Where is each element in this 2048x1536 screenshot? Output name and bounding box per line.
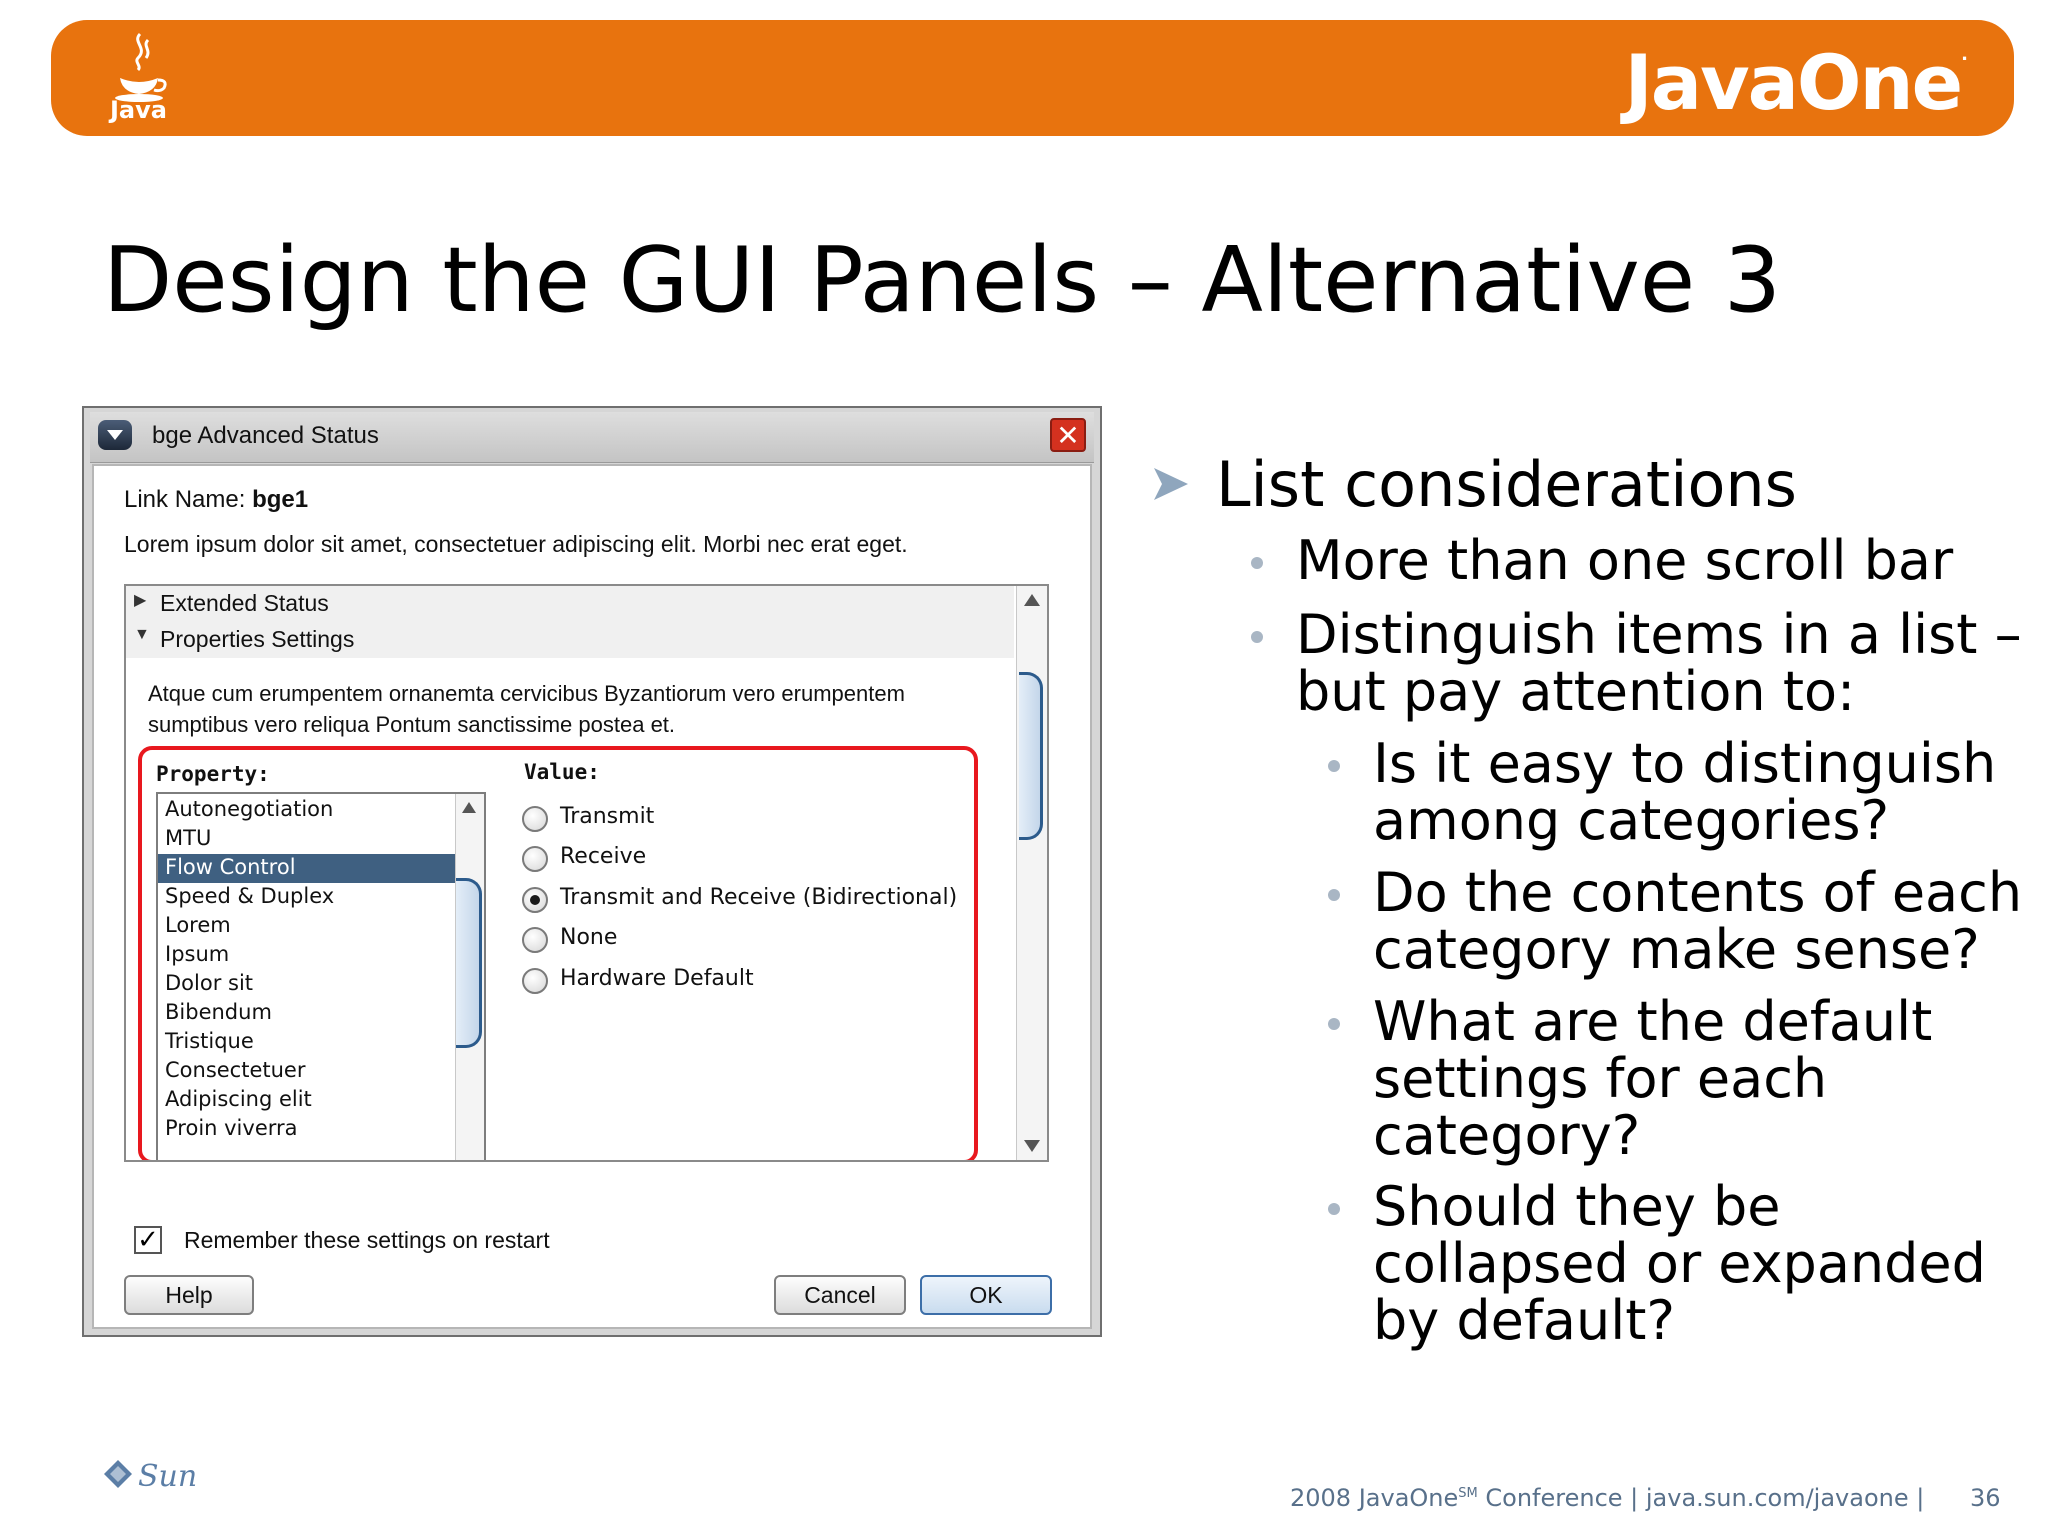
section-extended-status[interactable]: ▶ Extended Status [126,586,1014,622]
radio-button-selected[interactable] [522,887,548,913]
bullet-line: category? [1373,1104,1641,1167]
dialog-description: Lorem ipsum dolor sit amet, consectetuer… [124,531,908,557]
list-item-selected[interactable]: Flow Control [158,854,458,883]
sun-microsystems-logo: Sun [104,1459,197,1494]
bullet-level3: Is it easy to distinguish among categori… [1373,735,1996,849]
bullet-level2: More than one scroll bar [1296,532,1953,589]
bullet-level2: Distinguish items in a list – but pay at… [1296,606,2022,720]
bullet-level1: List considerations [1216,448,1797,521]
list-item[interactable]: MTU [158,825,458,854]
list-item[interactable]: Adipiscing elit [158,1086,458,1115]
cancel-button[interactable]: Cancel [774,1275,906,1315]
list-item[interactable]: Proin viverra [158,1115,458,1144]
list-item[interactable]: Bibendum [158,999,458,1028]
dialog-body: Link Name: bge1 Lorem ipsum dolor sit am… [92,464,1092,1329]
bullet-line: Should they be [1373,1175,1781,1238]
sun-logo-text: Sun [138,1459,197,1494]
bullet-level3: Should they be collapsed or expanded by … [1373,1178,1986,1349]
bullet-dot [1328,889,1340,901]
remember-label: Remember these settings on restart [184,1227,550,1253]
list-item[interactable]: Dolor sit [158,970,458,999]
bullet-level3: What are the default settings for each c… [1373,993,1932,1164]
bullet-dot [1251,631,1263,643]
footer-conference: 2008 JavaOneSM Conference | java.sun.com… [1290,1484,1924,1512]
scrollbar-thumb[interactable] [1019,672,1043,840]
bullet-line: but pay attention to: [1296,660,1856,723]
bullet-dot [1251,557,1263,569]
link-name: Link Name: bge1 [124,486,308,514]
window-menu-icon[interactable] [98,420,132,450]
page-number: 36 [1970,1484,2001,1512]
list-item[interactable]: Tristique [158,1028,458,1057]
expand-arrow-icon: ▶ [134,592,147,609]
help-button[interactable]: Help [124,1275,254,1315]
section-label: Properties Settings [160,626,355,652]
radio-label: Receive [560,844,647,869]
property-header: Property: [156,762,270,786]
list-item[interactable]: Ipsum [158,941,458,970]
properties-description-line: sumptibus vero reliqua Pontum sanctissim… [148,712,676,737]
bullet-line: Do the contents of each [1373,861,2023,924]
bullet-line: More than one scroll bar [1296,529,1954,592]
radio-button[interactable] [522,968,548,994]
radio-label: None [560,925,618,950]
list-item[interactable]: Consectetuer [158,1057,458,1086]
footer-sup: SM [1458,1486,1478,1501]
section-label: Extended Status [160,590,329,616]
ok-button[interactable]: OK [920,1275,1052,1315]
bullet-line: by default? [1373,1289,1676,1352]
radio-button[interactable] [522,846,548,872]
scroll-down-arrow-icon[interactable] [1024,1140,1040,1152]
radio-button[interactable] [522,927,548,953]
footer-conference-prefix: 2008 JavaOne [1290,1484,1459,1512]
link-name-label: Link Name: [124,486,246,513]
bullet-line: Is it easy to distinguish [1373,732,1997,795]
status-panel: ▶ Extended Status ▼ Properties Settings … [124,584,1049,1162]
bullet-dot [1328,760,1340,772]
section-properties-settings[interactable]: ▼ Properties Settings [126,622,1014,658]
properties-description: Atque cum erumpentem ornanemta cervicibu… [148,678,1008,740]
properties-description-line: Atque cum erumpentem ornanemta cervicibu… [148,681,905,706]
scroll-up-arrow-icon[interactable] [462,802,476,813]
bullet-line: collapsed or expanded [1373,1232,1986,1295]
radio-label: Transmit [560,804,655,829]
bullet-dot [1328,1018,1340,1030]
footer-conference-suffix: Conference | java.sun.com/javaone | [1477,1484,1925,1512]
radio-label: Transmit and Receive (Bidirectional) [560,885,958,910]
link-name-value: bge1 [252,486,309,513]
bullet-level3: Do the contents of each category make se… [1373,864,2022,978]
remember-checkbox[interactable]: ✓ [134,1226,162,1254]
radio-button[interactable] [522,806,548,832]
bullet-line: Distinguish items in a list – [1296,603,2022,666]
list-item[interactable]: Speed & Duplex [158,883,458,912]
scroll-up-arrow-icon[interactable] [1024,594,1040,606]
bullet-line: category make sense? [1373,918,1980,981]
bullet-line: settings for each [1373,1047,1828,1110]
scrollbar-thumb[interactable] [456,878,482,1048]
bullet-line: among categories? [1373,789,1890,852]
panel-scrollbar[interactable] [1016,586,1047,1160]
javaone-logo: JavaOne. [1624,38,1968,127]
value-header: Value: [524,760,600,784]
slide-title: Design the GUI Panels – Alternative 3 [103,228,1781,333]
dialog-titlebar: bge Advanced Status ✕ [90,412,1094,463]
list-item[interactable]: Lorem [158,912,458,941]
property-list-scrollbar[interactable] [455,794,484,1160]
property-list[interactable]: Autonegotiation MTU Flow Control Speed &… [156,792,486,1160]
bullet-line: What are the default [1373,990,1933,1053]
bullet-dot [1328,1203,1340,1215]
java-logo-text: Java [110,96,167,124]
collapse-arrow-icon: ▼ [134,626,150,643]
advanced-status-dialog: bge Advanced Status ✕ Link Name: bge1 Lo… [82,406,1102,1337]
radio-label: Hardware Default [560,966,754,991]
dialog-title: bge Advanced Status [152,422,379,449]
list-item[interactable]: Autonegotiation [158,796,458,825]
arrow-bullet-icon [1154,468,1188,500]
close-icon[interactable]: ✕ [1050,418,1086,452]
